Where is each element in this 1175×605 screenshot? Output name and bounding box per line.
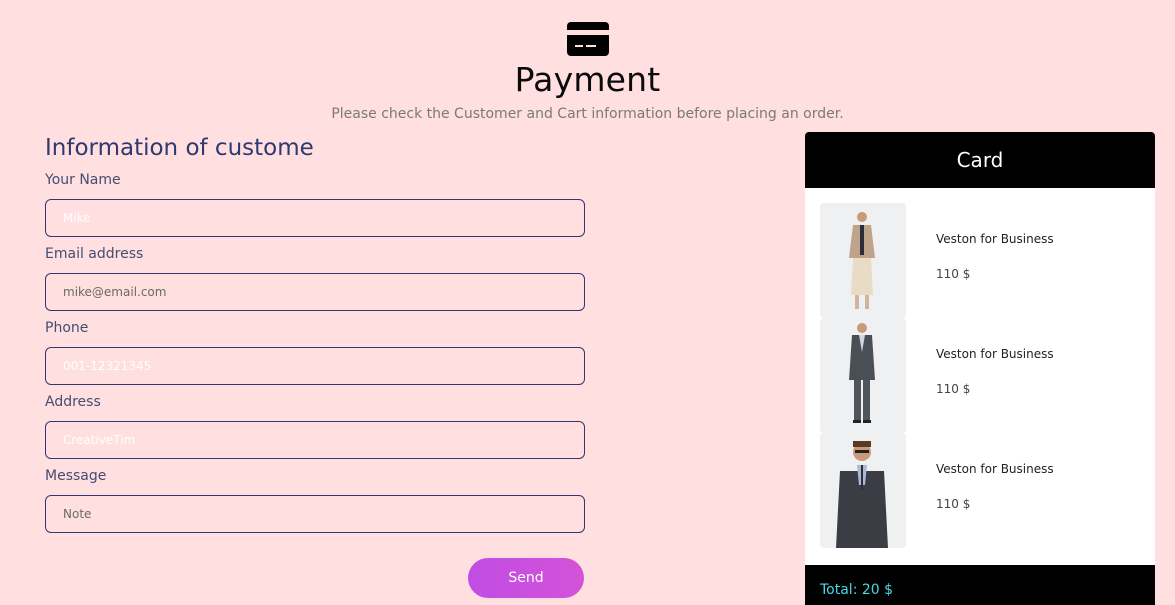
product-image: [820, 318, 906, 433]
message-input[interactable]: [45, 495, 585, 533]
item-price: 110 $: [936, 382, 971, 396]
page-subtitle: Please check the Customer and Cart infor…: [331, 106, 844, 122]
address-input[interactable]: [45, 421, 585, 459]
email-label: Email address: [45, 246, 144, 262]
cart-item[interactable]: Veston for Business 110 $: [805, 318, 1155, 433]
cart-item[interactable]: Veston for Business 110 $: [805, 433, 1155, 548]
email-input[interactable]: [45, 273, 585, 311]
cart-items: Veston for Business 110 $ Veston for Bus…: [805, 188, 1155, 548]
phone-label: Phone: [45, 320, 89, 336]
cart-item[interactable]: Veston for Business 110 $: [805, 203, 1155, 318]
item-name: Veston for Business: [936, 347, 1054, 361]
message-label: Message: [45, 468, 107, 484]
customer-form: Information of custome Your Name Email a…: [45, 132, 585, 598]
item-name: Veston for Business: [936, 232, 1054, 246]
item-name: Veston for Business: [936, 462, 1054, 476]
name-label: Your Name: [45, 172, 121, 188]
product-image: [820, 203, 906, 318]
cart-total: Total: 20 $: [820, 582, 894, 598]
phone-input[interactable]: [45, 347, 585, 385]
name-input[interactable]: [45, 199, 585, 237]
cart-panel: Card Veston for Business 110 $ Veston fo…: [805, 132, 1155, 605]
item-price: 110 $: [936, 497, 971, 511]
form-title: Information of custome: [45, 135, 314, 161]
payment-page: Payment Please check the Customer and Ca…: [0, 0, 1175, 605]
cart-title: Card: [805, 132, 1155, 188]
page-header: Payment Please check the Customer and Ca…: [0, 22, 1175, 122]
credit-card-icon: [566, 22, 609, 56]
item-price: 110 $: [936, 267, 971, 281]
address-label: Address: [45, 394, 101, 410]
send-button[interactable]: Send: [468, 558, 584, 598]
cart-footer: Total: 20 $: [805, 565, 1155, 605]
product-image: [820, 433, 906, 548]
page-title: Payment: [514, 60, 661, 99]
